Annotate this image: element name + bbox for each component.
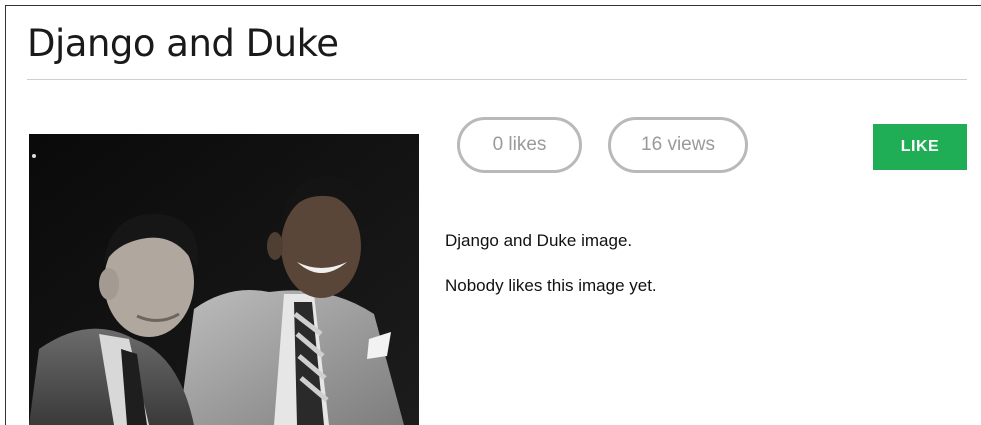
image-photo — [29, 134, 419, 425]
like-button[interactable]: LIKE — [873, 124, 967, 170]
likers-text: Nobody likes this image yet. — [445, 276, 657, 295]
views-count: 16 views — [608, 117, 748, 173]
image-description: Django and Duke image. — [445, 231, 633, 250]
page-title: Django and Duke — [27, 22, 339, 65]
title-divider — [27, 79, 967, 80]
photo-illustration — [29, 134, 419, 425]
likes-count: 0 likes — [457, 117, 582, 173]
